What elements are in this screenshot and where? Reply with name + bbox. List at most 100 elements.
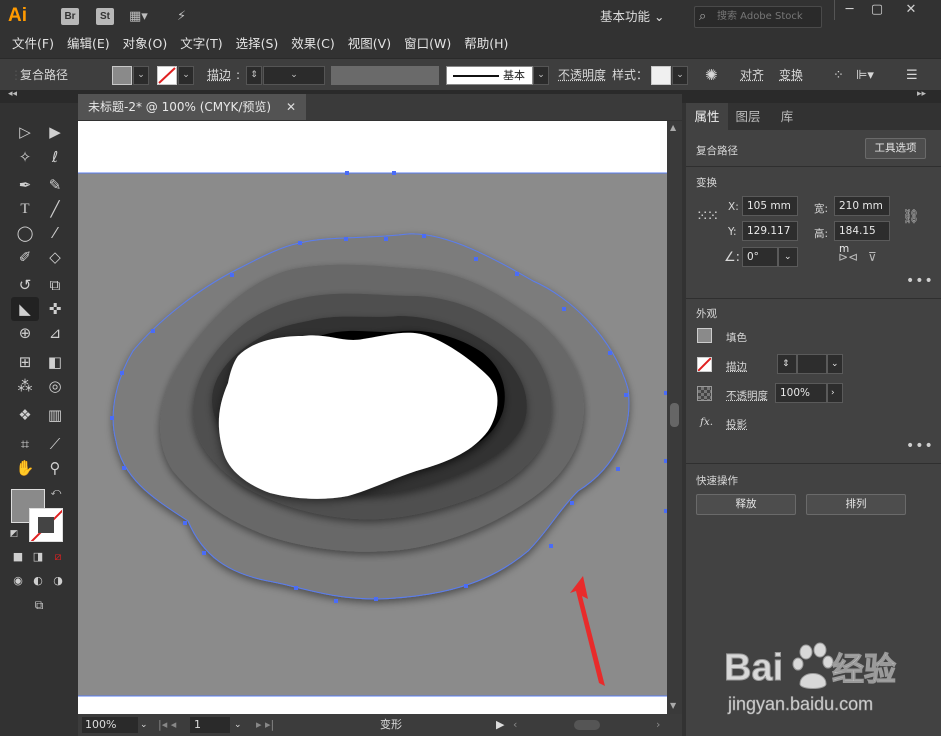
tool-options-button[interactable]: 工具选项 [865,138,926,159]
x-position-input[interactable]: 105 mm [742,196,798,216]
maximize-button[interactable]: ▢ [862,0,892,20]
stroke-weight-input[interactable]: ⌄ [263,66,325,85]
artboard-number-input[interactable]: 1 [190,717,230,733]
swap-colors-icon[interactable]: ⤺ [49,486,63,500]
brush-dropdown[interactable]: ⌄ [533,66,549,85]
gradient-tool-icon[interactable]: ◧ [43,350,67,374]
column-graph-tool-icon[interactable]: ▥ [43,403,67,427]
release-button[interactable]: 释放 [696,494,796,515]
stroke-color-box[interactable] [29,508,63,542]
reference-point-icon[interactable]: ⁙⁙ [696,207,719,225]
first-artboard-icon[interactable]: |◂ ◂ [158,717,176,733]
isolate-group-icon[interactable]: ⁘ [833,59,844,92]
stroke-weight-field[interactable] [797,354,827,374]
align-link[interactable]: 对齐 [740,59,764,92]
pen-tool-icon[interactable]: ✒ [13,173,37,197]
flip-horizontal-icon[interactable]: ⊳⊲ [838,250,858,264]
stroke-swatch[interactable] [157,66,177,85]
draw-inside-icon[interactable]: ◑ [49,572,67,590]
opacity-link[interactable]: 不透明度 [726,388,768,403]
menu-edit[interactable]: 编辑(E) [65,33,116,56]
opacity-link[interactable]: 不透明度 [558,59,606,92]
close-tab-icon[interactable]: ✕ [286,94,296,120]
shaper-tool-icon[interactable]: ✐ [13,245,37,269]
menu-help[interactable]: 帮助(H) [462,33,514,56]
menu-type[interactable]: 文字(T) [178,33,228,56]
zoom-select[interactable]: 100% [82,717,138,733]
width-tool-icon[interactable]: ◣ [11,297,39,321]
direct-selection-tool-icon[interactable]: ▶ [43,120,67,144]
color-mode-icon[interactable]: ■ [9,548,27,566]
menu-effect[interactable]: 效果(C) [289,33,340,56]
scroll-down-icon[interactable]: ▼ [670,701,676,710]
flip-vertical-icon[interactable]: ⊽ [868,250,877,264]
stroke-label[interactable]: 描边 [207,59,231,92]
menu-window[interactable]: 窗口(W) [402,33,457,56]
selection-tool-icon[interactable]: ▷ [13,120,37,144]
menu-object[interactable]: 对象(O) [121,33,174,56]
zoom-tool-icon[interactable]: ⚲ [43,456,67,480]
tab-libraries[interactable]: 库 [768,103,806,130]
artboard-tool-icon[interactable]: ⌗ [13,432,37,456]
ellipse-tool-icon[interactable]: ◯ [13,221,37,245]
document-tab[interactable]: 未标题-2* @ 100% (CMYK/预览) ✕ [78,94,306,120]
width-input[interactable]: 210 mm [834,196,890,216]
opacity-input[interactable]: 100% [775,383,827,403]
brush-definition[interactable]: 基本 [446,66,533,85]
transform-link[interactable]: 变换 [779,59,803,92]
eyedropper-tool-icon[interactable]: ⁂ [13,374,37,398]
fill-swatch[interactable] [112,66,132,85]
blend-tool-icon[interactable]: ◎ [43,374,67,398]
menu-file[interactable]: 文件(F) [10,33,60,56]
scale-tool-icon[interactable]: ⧉ [43,273,67,297]
recolor-artwork-icon[interactable]: ✺ [705,59,718,92]
panel-menu-icon[interactable]: ☰ [906,59,918,92]
arrange-documents-icon[interactable]: ▦▾ [129,8,148,25]
draw-behind-icon[interactable]: ◐ [29,572,47,590]
stroke-weight-stepper[interactable]: ⇕ [246,66,262,85]
vertical-scrollbar[interactable]: ▲ ▼ [667,121,682,714]
stock-button[interactable]: St [96,8,114,25]
minimize-button[interactable]: ─ [834,0,864,20]
graphic-style-dropdown[interactable]: ⌄ [672,66,688,85]
curvature-tool-icon[interactable]: ✎ [43,173,67,197]
tab-properties[interactable]: 属性 [686,103,728,130]
gradient-mode-icon[interactable]: ◨ [29,548,47,566]
stroke-color-swatch[interactable] [697,357,712,372]
artboard-dropdown-icon[interactable]: ⌄ [234,717,242,733]
collapse-left-icon[interactable]: ◂◂ [8,89,17,99]
stroke-link[interactable]: 描边 [726,359,747,374]
menu-view[interactable]: 视图(V) [346,33,397,56]
symbol-sprayer-tool-icon[interactable]: ❖ [13,403,37,427]
scroll-left-icon[interactable]: ‹ [513,717,517,733]
last-artboard-icon[interactable]: ▸ ▸| [256,717,274,733]
draw-normal-icon[interactable]: ◉ [9,572,27,590]
rotate-tool-icon[interactable]: ↺ [13,273,37,297]
stock-search-input[interactable]: ⌕ 搜索 Adobe Stock [694,6,822,28]
fx-icon[interactable]: fx. [700,416,713,428]
perspective-grid-tool-icon[interactable]: ⊿ [43,321,67,345]
line-segment-tool-icon[interactable]: ╱ [43,197,67,221]
none-mode-icon[interactable]: ⧄ [49,548,67,566]
screen-mode-icon[interactable]: ⧉ [27,596,51,614]
zoom-dropdown-icon[interactable]: ⌄ [140,717,148,733]
mesh-tool-icon[interactable]: ⊞ [13,350,37,374]
scroll-up-icon[interactable]: ▲ [670,123,676,132]
canvas-artboard[interactable] [78,121,667,714]
collapse-right-icon[interactable]: ▸▸ [917,89,926,99]
drop-shadow-link[interactable]: 投影 [726,417,747,432]
graphic-style-swatch[interactable] [651,66,671,85]
slice-tool-icon[interactable]: ⟋ [43,432,67,456]
puppet-warp-tool-icon[interactable]: ✜ [43,297,67,321]
angle-dropdown[interactable]: ⌄ [778,247,798,267]
fill-dropdown[interactable]: ⌄ [133,66,149,85]
shape-builder-tool-icon[interactable]: ⊕ [13,321,37,345]
variable-width-profile[interactable] [331,66,439,85]
scroll-right-icon[interactable]: › [656,717,660,733]
y-position-input[interactable]: 129.117 [742,221,798,241]
height-input[interactable]: 184.15 m [834,221,890,255]
magic-wand-tool-icon[interactable]: ✧ [13,145,37,169]
paintbrush-tool-icon[interactable]: ⁄ [43,221,67,245]
lasso-tool-icon[interactable]: ℓ [43,145,67,169]
menu-select[interactable]: 选择(S) [234,33,285,56]
